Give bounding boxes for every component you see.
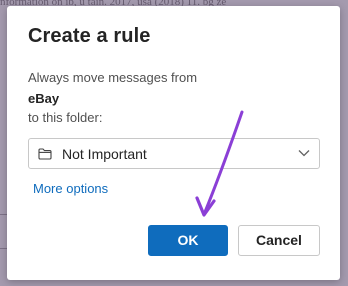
- folder-icon: [38, 148, 52, 160]
- background-divider: [0, 248, 7, 249]
- more-options-link[interactable]: More options: [33, 181, 108, 196]
- chevron-down-icon: [298, 150, 310, 157]
- sender-name: eBay: [28, 91, 60, 106]
- folder-dropdown[interactable]: Not Important: [28, 138, 320, 169]
- ok-button[interactable]: OK: [148, 225, 228, 256]
- rule-description: Always move messages from: [28, 70, 198, 85]
- background-divider: [0, 214, 7, 215]
- folder-dropdown-value: Not Important: [62, 146, 147, 162]
- cancel-button[interactable]: Cancel: [238, 225, 320, 256]
- rule-target-label: to this folder:: [28, 110, 103, 125]
- dialog-title: Create a rule: [28, 25, 151, 47]
- create-rule-dialog: Create a rule Always move messages from …: [7, 6, 340, 280]
